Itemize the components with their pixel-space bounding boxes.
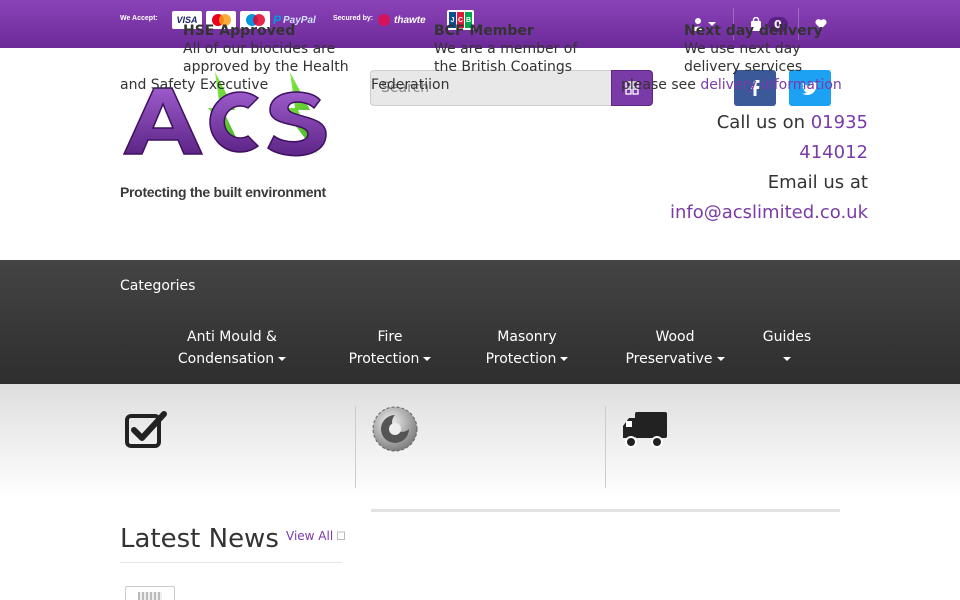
feature-hse: HSE Approved All of our biocides are app… — [120, 22, 350, 94]
chevron-down-icon — [560, 357, 569, 361]
feature-text: We are a member of — [434, 41, 578, 57]
nav-item-guides[interactable]: Guides — [752, 326, 822, 370]
feature-text: please see — [621, 77, 696, 93]
chevron-down-icon — [783, 357, 791, 361]
section-divider — [371, 509, 840, 512]
latest-news-heading: Latest News — [120, 524, 279, 554]
phone-link[interactable]: 01935 — [811, 112, 868, 133]
truck-icon — [623, 412, 667, 448]
nav-item-line: Protection — [477, 348, 577, 370]
secured-by-label: Secured by: — [333, 15, 374, 22]
feature-bcf: BCF Member We are a member of the Britis… — [371, 22, 601, 94]
call-prefix: Call us on — [716, 112, 805, 133]
feature-text: approved by the Health — [183, 59, 349, 75]
nav-item-anti-mould[interactable]: Anti Mould & Condensation — [172, 326, 292, 370]
category-nav: Categories Anti Mould & Condensation Fir… — [0, 260, 960, 384]
nav-item-line: Condensation — [172, 348, 292, 370]
news-thumbnail[interactable] — [125, 586, 175, 600]
we-accept-label: We Accept: — [120, 15, 158, 22]
logo-tagline: Protecting the built environment — [120, 184, 326, 200]
nav-item-line: Preservative — [615, 348, 735, 370]
feature-text: delivery services — [684, 59, 803, 75]
nav-item-line — [752, 348, 822, 370]
feature-text: We use next day — [684, 41, 801, 57]
feature-text: and Safety Executive — [120, 77, 269, 93]
nav-item-label: Protection — [348, 351, 420, 367]
news-divider — [120, 562, 342, 563]
contact-block: Call us on 01935 414012 Email us at — [668, 108, 868, 198]
email-prefix: Email us at — [767, 172, 868, 193]
nav-item-line: Anti Mould & — [187, 329, 277, 345]
feature-delivery: Next day delivery We use next day delive… — [621, 22, 851, 94]
nav-item-line: Wood — [655, 329, 695, 345]
nav-item-line: Guides — [762, 329, 812, 345]
feature-title: HSE Approved — [183, 23, 296, 39]
feature-text: All of our biocides are — [183, 41, 336, 57]
nav-item-label: Condensation — [177, 351, 275, 367]
view-all-link[interactable]: View All — [286, 529, 345, 543]
chevron-down-icon — [423, 357, 432, 361]
nav-item-label: Protection — [485, 351, 557, 367]
feature-text: the British Coatings — [434, 59, 573, 75]
email-link[interactable]: info@acslimited.co.uk — [670, 198, 868, 228]
external-link-icon — [337, 531, 345, 540]
divider — [605, 406, 606, 488]
nav-item-line: Masonry — [497, 329, 557, 345]
checkbox-icon — [125, 411, 167, 448]
nav-item-masonry-protection[interactable]: Masonry Protection — [477, 326, 577, 370]
chevron-down-icon — [716, 357, 725, 361]
nav-item-line: Fire — [377, 329, 403, 345]
chevron-down-icon — [278, 357, 287, 361]
view-all-label: View All — [286, 529, 334, 543]
nav-item-line: Protection — [340, 348, 440, 370]
categories-title: Categories — [120, 278, 196, 294]
delivery-information-link[interactable]: delivery information — [700, 77, 841, 93]
call-line: Call us on 01935 — [668, 108, 868, 138]
feature-title: Next day delivery — [684, 23, 823, 39]
nav-item-fire-protection[interactable]: Fire Protection — [340, 326, 440, 370]
feature-text: Federatiion — [371, 77, 450, 93]
nav-item-label: Preservative — [625, 351, 713, 367]
nav-item-wood-preservative[interactable]: Wood Preservative — [615, 326, 735, 370]
divider — [355, 406, 356, 488]
phone-link-continued[interactable]: 414012 — [668, 138, 868, 168]
feature-title: BCF Member — [434, 23, 534, 39]
feature-text-row: please see delivery information — [621, 76, 851, 94]
gear-badge-icon — [372, 406, 418, 452]
